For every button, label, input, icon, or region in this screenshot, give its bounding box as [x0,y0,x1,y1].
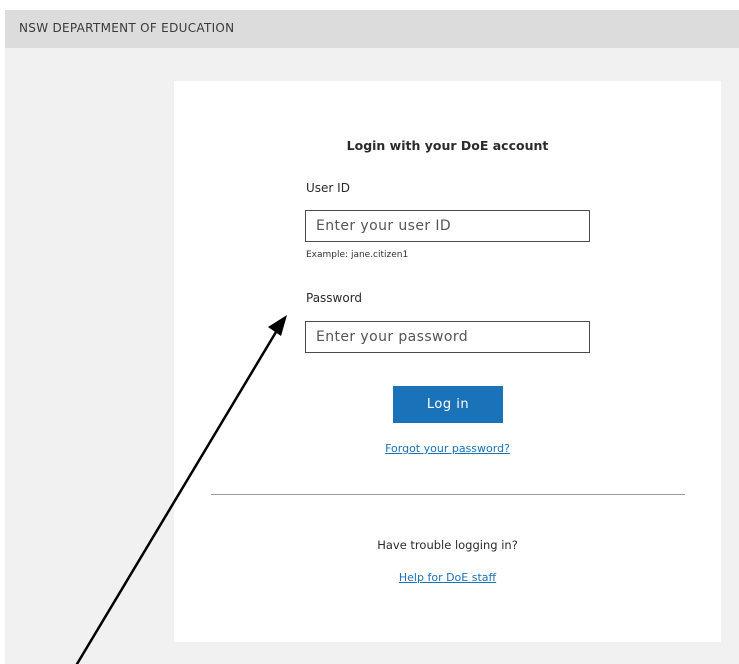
forgot-password-link[interactable]: Forgot your password? [174,442,721,455]
user-id-hint: Example: jane.citizen1 [306,250,409,260]
trouble-text: Have trouble logging in? [377,538,518,552]
user-id-input[interactable] [305,210,590,242]
login-heading: Login with your DoE account [346,138,549,153]
login-button[interactable]: Log in [393,386,503,423]
password-input[interactable] [305,321,590,353]
divider [211,494,685,495]
password-label: Password [306,291,363,305]
login-card: Login with your DoE account User ID Exam… [174,81,721,642]
user-id-label: User ID [306,181,350,195]
top-bar: NSW DEPARTMENT OF EDUCATION [5,10,739,48]
help-for-staff-link[interactable]: Help for DoE staff [174,571,721,584]
department-title: NSW DEPARTMENT OF EDUCATION [19,21,235,35]
